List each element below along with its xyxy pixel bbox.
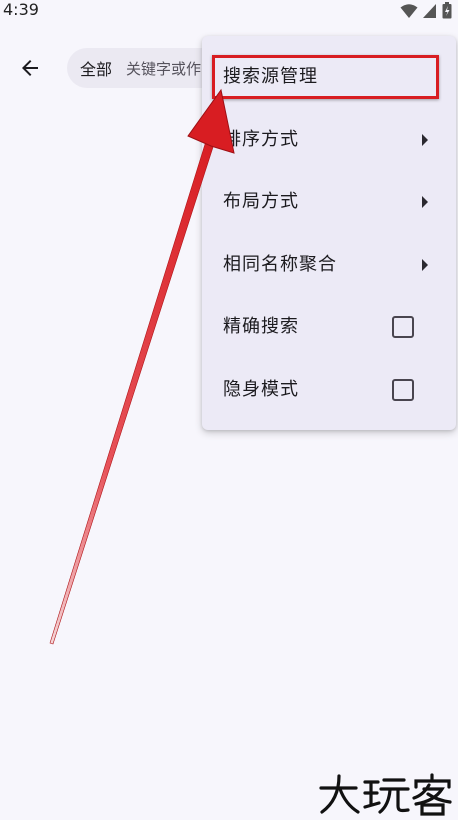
status-time: 4:39 (3, 0, 39, 19)
menu-item-label: 精确搜索 (223, 316, 299, 337)
menu-item-exact-search[interactable]: 精确搜索 (202, 296, 456, 358)
submenu-arrow-icon (422, 196, 428, 208)
status-bar: 4:39 (0, 0, 458, 22)
wifi-icon (400, 3, 418, 18)
annotation-highlight-box (212, 55, 439, 99)
submenu-arrow-icon (422, 134, 428, 146)
incognito-mode-checkbox[interactable] (392, 379, 414, 401)
submenu-arrow-icon (422, 259, 428, 271)
menu-item-sort-order[interactable]: 排序方式 (202, 109, 456, 171)
search-placeholder: 关键字或作 (126, 59, 202, 78)
status-icons (400, 2, 452, 19)
menu-item-label: 布局方式 (223, 191, 299, 212)
search-scope-label[interactable]: 全部 (80, 56, 112, 80)
watermark-logo (319, 773, 452, 816)
exact-search-checkbox[interactable] (392, 316, 414, 338)
arrow-shaft (49, 140, 215, 645)
menu-item-label: 相同名称聚合 (223, 254, 337, 275)
back-button[interactable] (10, 48, 50, 88)
menu-item-label: 排序方式 (223, 129, 299, 150)
menu-item-incognito-mode[interactable]: 隐身模式 (202, 359, 456, 421)
battery-icon (442, 2, 452, 19)
arrow-left-icon (22, 60, 38, 76)
menu-item-same-name-aggregation[interactable]: 相同名称聚合 (202, 234, 456, 296)
menu-item-layout[interactable]: 布局方式 (202, 171, 456, 233)
signal-icon (423, 3, 436, 18)
menu-item-label: 隐身模式 (223, 379, 299, 400)
